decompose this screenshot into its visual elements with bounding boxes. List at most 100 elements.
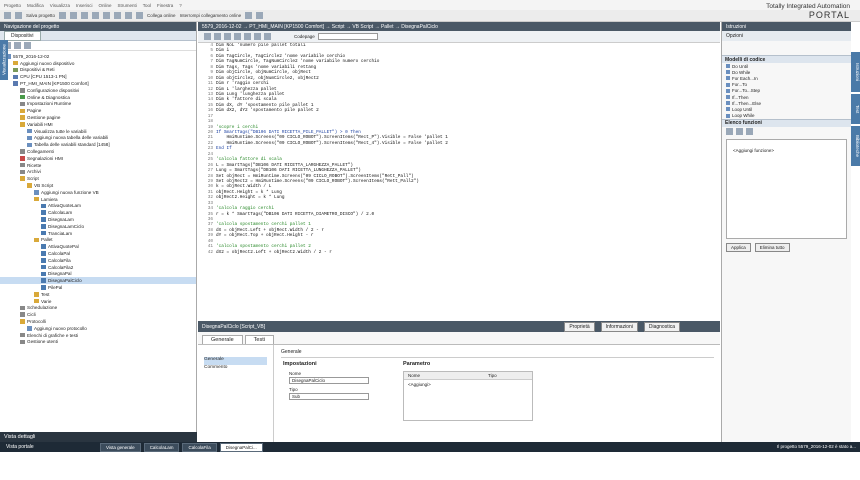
tree-item[interactable]: Pagine xyxy=(0,107,196,114)
tree-item[interactable]: Protocolli xyxy=(0,318,196,325)
function-list-heading[interactable]: Elenco funzioni xyxy=(722,118,851,127)
comment-icon[interactable] xyxy=(224,33,231,40)
cut-icon[interactable] xyxy=(59,12,67,19)
task-calcolalam[interactable]: CalcolaLam xyxy=(143,442,180,452)
tree-item[interactable]: Aggiungi nuovo dispositivo xyxy=(0,60,196,67)
instructions-vtab[interactable]: Istruzioni xyxy=(851,52,860,92)
tree-item[interactable]: PilePal xyxy=(0,284,196,291)
tree-item[interactable]: Archivi xyxy=(0,169,196,176)
tree-item[interactable]: DisegnaPal xyxy=(0,271,196,278)
tree-item[interactable]: Pallet xyxy=(0,237,196,244)
section-comment[interactable]: Commento xyxy=(204,365,267,373)
tree-item[interactable]: Online & Diagnostica xyxy=(0,94,196,101)
clear-all-button[interactable]: Elimina tutto xyxy=(754,242,790,252)
tree-item[interactable]: CalcolaPal xyxy=(0,250,196,257)
paste-icon[interactable] xyxy=(81,12,89,19)
menu-item[interactable]: Modifica xyxy=(27,3,44,8)
tree-item[interactable]: CalcolaLam xyxy=(0,209,196,216)
diagnostics-tab[interactable]: Diagnostica xyxy=(643,322,680,332)
name-field[interactable]: DisegnaPalCiclo xyxy=(289,377,369,384)
bookmark-icon[interactable] xyxy=(244,33,251,40)
save-project-button[interactable]: Salva progetto xyxy=(26,13,55,18)
tree-item[interactable]: Elenchi di grafiche e testi xyxy=(0,332,196,339)
section-general[interactable]: Generale xyxy=(204,357,267,365)
new-project-icon[interactable] xyxy=(4,12,11,19)
tree-item[interactable]: Dispositivi & Reti xyxy=(0,67,196,74)
task-overview[interactable]: Vista generale xyxy=(100,442,141,452)
indent-icon[interactable] xyxy=(204,33,211,40)
go-offline-button[interactable]: Interrompi collegamento online xyxy=(180,13,242,18)
nav-refresh-icon[interactable] xyxy=(24,42,31,49)
tree-item[interactable]: PT_HMI_MAIN [KP1500 Comfort] xyxy=(0,80,196,87)
nav-forward-icon[interactable] xyxy=(14,42,21,49)
menu-item[interactable]: ? xyxy=(179,3,182,8)
menu-item[interactable]: Progetto xyxy=(4,3,21,8)
add-function-item[interactable]: <Aggiungi funzione> xyxy=(733,148,774,153)
uncomment-icon[interactable] xyxy=(234,33,241,40)
sort-icon[interactable] xyxy=(726,128,733,136)
tree-item[interactable]: Gestione pagine xyxy=(0,114,196,121)
compile-icon[interactable] xyxy=(125,12,133,19)
info-tab[interactable]: Informazioni xyxy=(600,322,638,332)
portal-view-button[interactable]: Vista portale xyxy=(0,444,100,450)
tree-item[interactable]: Gestione utenti xyxy=(0,338,196,345)
tree-item[interactable]: AttivaQuotePal xyxy=(0,243,196,250)
tree-item[interactable]: VB Script xyxy=(0,182,196,189)
download-icon[interactable] xyxy=(136,12,144,19)
tree-item[interactable]: DisegnaLamCiclo xyxy=(0,223,196,230)
type-select[interactable]: Sub xyxy=(289,393,369,400)
menu-item[interactable]: Finestra xyxy=(157,3,173,8)
list-view-icon[interactable] xyxy=(746,128,753,136)
go-online-button[interactable]: Collega online xyxy=(147,13,176,18)
tree-item[interactable]: DisegnaPalCiclo xyxy=(0,277,196,285)
tree-item[interactable]: Test xyxy=(0,291,196,298)
tree-item[interactable]: TranciaLam xyxy=(0,230,196,237)
undo-icon[interactable] xyxy=(103,12,111,19)
tree-item[interactable]: Configurazione dispositivi xyxy=(0,87,196,94)
tree-item[interactable]: Cicli xyxy=(0,311,196,318)
tree-item[interactable]: Tabella delle variabili standard [1458] xyxy=(0,141,196,148)
tree-item[interactable]: CalcolaFila2 xyxy=(0,264,196,271)
test-vtab[interactable]: Test xyxy=(851,94,860,124)
filter-icon[interactable] xyxy=(736,128,743,136)
menu-item[interactable]: Online xyxy=(98,3,111,8)
tree-item[interactable]: Aggiungi nuova tabella delle variabili xyxy=(0,135,196,142)
properties-tab[interactable]: Proprietà xyxy=(564,322,595,332)
devices-tab[interactable]: Dispositivi xyxy=(4,30,41,41)
tree-item[interactable]: Schedulazione xyxy=(0,304,196,311)
view-vertical-tab[interactable]: Visualizzazione xyxy=(0,40,8,80)
texts-tab[interactable]: Testi xyxy=(244,335,274,344)
menu-item[interactable]: Tool xyxy=(143,3,151,8)
menu-item[interactable]: Inserisci xyxy=(76,3,93,8)
tree-item[interactable]: Ricette xyxy=(0,162,196,169)
general-tab[interactable]: Generale xyxy=(202,335,243,344)
task-calcolafila[interactable]: CalcolaFila xyxy=(182,442,217,452)
tree-item[interactable]: DisegnaLam xyxy=(0,216,196,223)
open-project-icon[interactable] xyxy=(15,12,22,19)
apply-button[interactable]: Applica xyxy=(726,242,751,252)
add-parameter-row[interactable]: <Aggiungi> xyxy=(404,380,532,389)
code-line[interactable]: 42 dX2 = objRect2.Left + objRect2.Width /… xyxy=(198,250,720,255)
tree-item[interactable]: Variabili HMI xyxy=(0,121,196,128)
tree-item[interactable]: Script xyxy=(0,175,196,182)
tree-item[interactable]: CPU [CPU 1513-1 PN] xyxy=(0,73,196,80)
tree-item[interactable]: Aggiungi nuova funzione VB xyxy=(0,189,196,196)
menu-item[interactable]: Visualizza xyxy=(50,3,70,8)
tree-item[interactable]: 5579_2016-12-02 xyxy=(0,53,196,60)
code-templates-heading[interactable]: Modelli di codice xyxy=(722,55,851,63)
delete-icon[interactable] xyxy=(92,12,100,19)
tree-item[interactable]: CalcolaFila xyxy=(0,257,196,264)
code-editor[interactable]: 4 Dim NoL 'numero pile pallet totali 5 Dim … xyxy=(198,43,720,320)
menu-item[interactable]: Strumenti xyxy=(118,3,137,8)
tree-item[interactable]: Segnalazioni HMI xyxy=(0,155,196,162)
task-disegnapalciclo[interactable]: DisegnaPalCi... xyxy=(219,442,263,452)
tree-item[interactable]: Collegamenti xyxy=(0,148,196,155)
libraries-vtab[interactable]: Biblioteche xyxy=(851,126,860,166)
outdent-icon[interactable] xyxy=(214,33,221,40)
syntax-check-icon[interactable] xyxy=(264,33,271,40)
codepage-select[interactable] xyxy=(317,33,378,40)
tree-item[interactable]: Varie xyxy=(0,298,196,305)
accessible-devices-icon[interactable] xyxy=(245,12,253,19)
cross-reference-icon[interactable] xyxy=(256,12,264,19)
redo-icon[interactable] xyxy=(114,12,122,19)
